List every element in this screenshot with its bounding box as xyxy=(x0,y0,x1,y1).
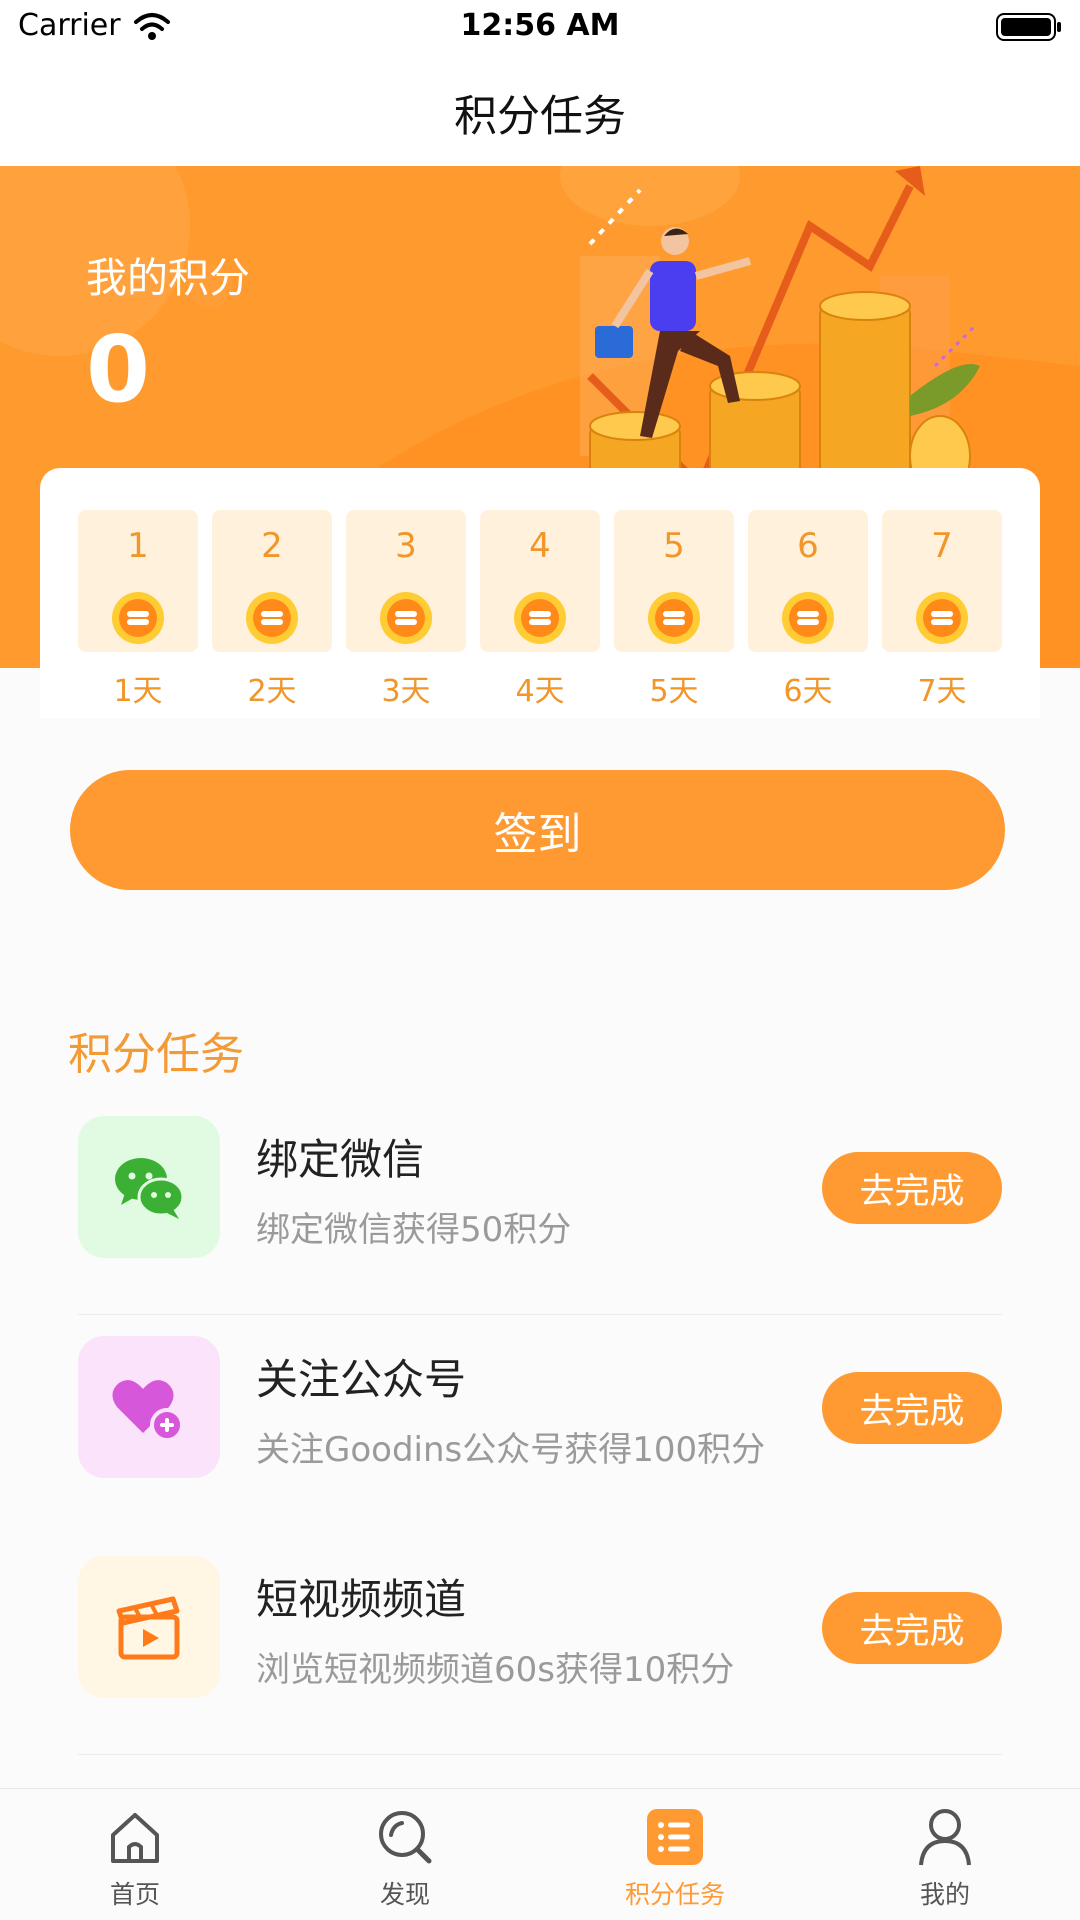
checkin-day-label: 3天 xyxy=(381,674,431,709)
tab-label: 首页 xyxy=(109,1880,160,1909)
my-points-value: 0 xyxy=(86,316,151,423)
coin-icon xyxy=(782,592,834,644)
task-item-short-video: 短视频频道 浏览短视频频道60s获得10积分 去完成 xyxy=(78,1536,1002,1756)
checkin-day-number: 5 xyxy=(663,526,685,566)
task-list-icon xyxy=(647,1809,703,1865)
checkin-day-box: 7 xyxy=(882,510,1002,652)
checkin-day-box: 2 xyxy=(212,510,332,652)
discover-icon xyxy=(379,1811,432,1864)
tasks-section-title: 积分任务 xyxy=(68,1029,244,1080)
task-title: 关注公众号 xyxy=(256,1355,467,1404)
task-go-complete-button[interactable]: 去完成 xyxy=(822,1372,1002,1444)
task-description: 绑定微信获得50积分 xyxy=(256,1210,572,1250)
task-description: 关注Goodins公众号获得100积分 xyxy=(256,1430,766,1470)
clapperboard-icon xyxy=(116,1596,180,1660)
checkin-day-5: 5 5天 xyxy=(614,510,734,710)
checkin-day-label: 2天 xyxy=(247,674,297,709)
tab-bar: 首页 发现 积分任务 我的 xyxy=(0,1788,1080,1920)
wechat-icon xyxy=(115,1158,185,1219)
tab-home[interactable]: 首页 xyxy=(0,1789,270,1920)
checkin-day-box: 1 xyxy=(78,510,198,652)
page-title: 积分任务 xyxy=(454,92,626,142)
task-description: 浏览短视频频道60s获得10积分 xyxy=(256,1650,735,1690)
checkin-day-box: 5 xyxy=(614,510,734,652)
my-points-label: 我的积分 xyxy=(86,254,250,302)
checkin-day-4: 4 4天 xyxy=(480,510,600,710)
tab-label: 积分任务 xyxy=(624,1880,725,1909)
task-item-follow-account: 关注公众号 关注Goodins公众号获得100积分 去完成 xyxy=(78,1316,1002,1536)
checkin-day-label: 1天 xyxy=(113,674,163,709)
checkin-day-label: 6天 xyxy=(783,674,833,709)
task-go-complete-button[interactable]: 去完成 xyxy=(822,1152,1002,1224)
checkin-day-2: 2 2天 xyxy=(212,510,332,710)
signin-button[interactable]: 签到 xyxy=(70,770,1005,890)
nav-bar: 积分任务 xyxy=(0,54,1080,166)
tab-label: 我的 xyxy=(919,1880,970,1909)
checkin-day-box: 4 xyxy=(480,510,600,652)
checkin-day-number: 2 xyxy=(261,526,283,566)
status-time: 12:56 AM xyxy=(460,8,620,43)
checkin-day-6: 6 6天 xyxy=(748,510,868,710)
checkin-day-number: 3 xyxy=(395,526,417,566)
checkin-day-box: 6 xyxy=(748,510,868,652)
home-icon xyxy=(111,1813,159,1863)
coin-icon xyxy=(380,592,432,644)
checkin-day-number: 6 xyxy=(797,526,819,566)
coin-icon xyxy=(246,592,298,644)
checkin-day-row: 1 1天 2 2天 3 3天 4 4天 5 5天 6 6天 7 7天 xyxy=(78,510,1002,710)
tab-label: 发现 xyxy=(379,1880,430,1909)
checkin-day-3: 3 3天 xyxy=(346,510,466,710)
coin-icon xyxy=(916,592,968,644)
tab-me[interactable]: 我的 xyxy=(810,1789,1080,1920)
checkin-card: 1 1天 2 2天 3 3天 4 4天 5 5天 6 6天 7 7天 xyxy=(40,468,1040,718)
checkin-day-number: 1 xyxy=(127,526,149,566)
profile-icon xyxy=(919,1809,971,1866)
task-icon-box xyxy=(78,1336,220,1478)
task-item-bind-wechat: 绑定微信 绑定微信获得50积分 去完成 xyxy=(78,1096,1002,1316)
checkin-day-number: 7 xyxy=(931,526,953,566)
tab-points-tasks[interactable]: 积分任务 xyxy=(540,1789,810,1920)
checkin-day-label: 7天 xyxy=(917,674,967,709)
coin-icon xyxy=(514,592,566,644)
task-go-complete-button[interactable]: 去完成 xyxy=(822,1592,1002,1664)
task-divider xyxy=(78,1314,1002,1315)
heart-plus-icon xyxy=(112,1380,184,1442)
checkin-day-number: 4 xyxy=(529,526,551,566)
checkin-day-label: 4天 xyxy=(515,674,565,709)
checkin-day-7: 7 7天 xyxy=(882,510,1002,710)
task-icon-box xyxy=(78,1116,220,1258)
checkin-day-box: 3 xyxy=(346,510,466,652)
battery-icon xyxy=(996,13,1061,41)
coin-icon xyxy=(648,592,700,644)
checkin-day-label: 5天 xyxy=(649,674,699,709)
coin-icon xyxy=(112,592,164,644)
task-icon-box xyxy=(78,1556,220,1698)
task-divider xyxy=(78,1754,1002,1755)
task-title: 短视频频道 xyxy=(256,1575,467,1624)
tab-discover[interactable]: 发现 xyxy=(270,1789,540,1920)
task-title: 绑定微信 xyxy=(256,1135,425,1184)
checkin-day-1: 1 1天 xyxy=(78,510,198,710)
status-bar: Carrier 12:56 AM xyxy=(0,0,1080,54)
